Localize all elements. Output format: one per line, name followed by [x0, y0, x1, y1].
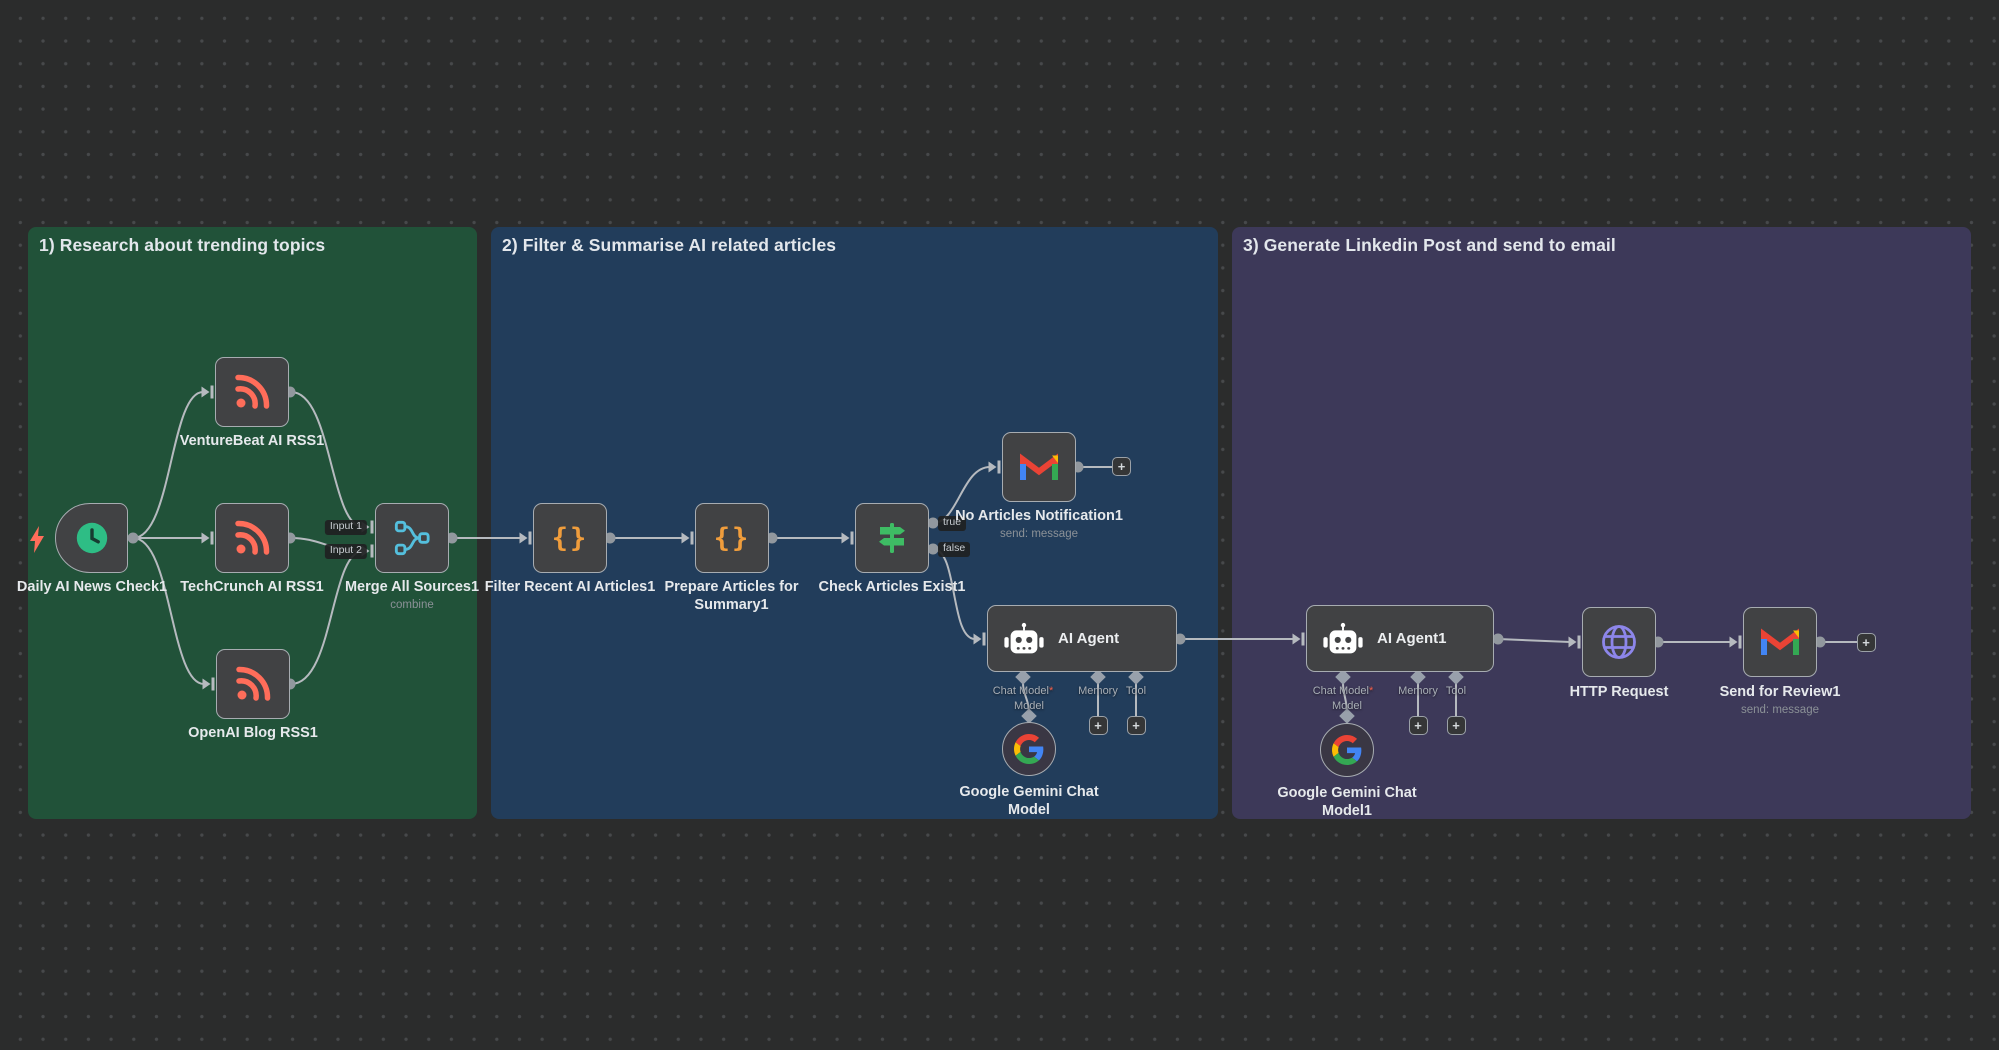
- input-port[interactable]: [1293, 633, 1305, 646]
- rss-icon: [232, 518, 272, 558]
- diamond-port[interactable]: [1339, 708, 1355, 724]
- add-tool-button[interactable]: +: [1127, 716, 1146, 735]
- workflow-canvas[interactable]: 1) Research about trending topics 2) Fil…: [0, 0, 1999, 1050]
- add-memory-button[interactable]: +: [1089, 716, 1108, 735]
- node-openai-blog-rss[interactable]: [216, 649, 290, 719]
- node-http-request[interactable]: [1582, 607, 1656, 677]
- output-port[interactable]: [1493, 634, 1504, 645]
- node-label: AI Agent: [1058, 630, 1119, 647]
- input-port[interactable]: [842, 532, 854, 545]
- output-port[interactable]: [128, 533, 139, 544]
- code-icon: {}: [714, 523, 751, 554]
- merge-icon: [393, 519, 431, 557]
- connections-layer: [0, 0, 1999, 1050]
- input-port[interactable]: [1730, 636, 1742, 649]
- input-port[interactable]: [989, 461, 1001, 474]
- node-daily-ai-news-check[interactable]: [55, 503, 128, 573]
- input-port[interactable]: [362, 545, 374, 558]
- input-port[interactable]: [362, 521, 374, 534]
- input-port[interactable]: [520, 532, 532, 545]
- lightning-icon: [30, 526, 44, 553]
- add-node-button[interactable]: +: [1857, 633, 1876, 652]
- clock-icon: [73, 519, 111, 557]
- node-google-gemini-chat-model1[interactable]: [1320, 723, 1374, 777]
- add-node-button[interactable]: +: [1112, 457, 1131, 476]
- add-memory-button[interactable]: +: [1409, 716, 1428, 735]
- gmail-icon: [1019, 451, 1059, 484]
- input-port[interactable]: [203, 678, 215, 691]
- node-ai-agent1[interactable]: AI Agent1: [1306, 605, 1494, 672]
- rss-icon: [233, 664, 273, 704]
- gmail-icon: [1760, 626, 1800, 659]
- input-port[interactable]: [202, 386, 214, 399]
- if-icon: [874, 520, 910, 556]
- node-label: AI Agent1: [1377, 630, 1446, 647]
- node-techcrunch-rss[interactable]: [215, 503, 289, 573]
- node-merge-all-sources[interactable]: [375, 503, 449, 573]
- output-port[interactable]: [928, 518, 939, 529]
- node-filter-recent-articles[interactable]: {}: [533, 503, 607, 573]
- node-ai-agent[interactable]: AI Agent: [987, 605, 1177, 672]
- robot-icon: [1002, 621, 1046, 657]
- google-icon: [1332, 735, 1362, 765]
- add-tool-button[interactable]: +: [1447, 716, 1466, 735]
- node-google-gemini-chat-model[interactable]: [1002, 722, 1056, 776]
- rss-icon: [232, 372, 272, 412]
- node-no-articles-notification[interactable]: [1002, 432, 1076, 502]
- input-port[interactable]: [682, 532, 694, 545]
- globe-icon: [1599, 622, 1639, 662]
- node-venturebeat-rss[interactable]: [215, 357, 289, 427]
- output-port[interactable]: [928, 544, 939, 555]
- node-prepare-articles[interactable]: {}: [695, 503, 769, 573]
- node-check-articles-exist[interactable]: [855, 503, 929, 573]
- robot-icon: [1321, 621, 1365, 657]
- google-icon: [1014, 734, 1044, 764]
- code-icon: {}: [552, 523, 589, 554]
- input-port[interactable]: [1569, 636, 1581, 649]
- input-port[interactable]: [974, 633, 986, 646]
- input-port[interactable]: [202, 532, 214, 545]
- node-send-for-review[interactable]: [1743, 607, 1817, 677]
